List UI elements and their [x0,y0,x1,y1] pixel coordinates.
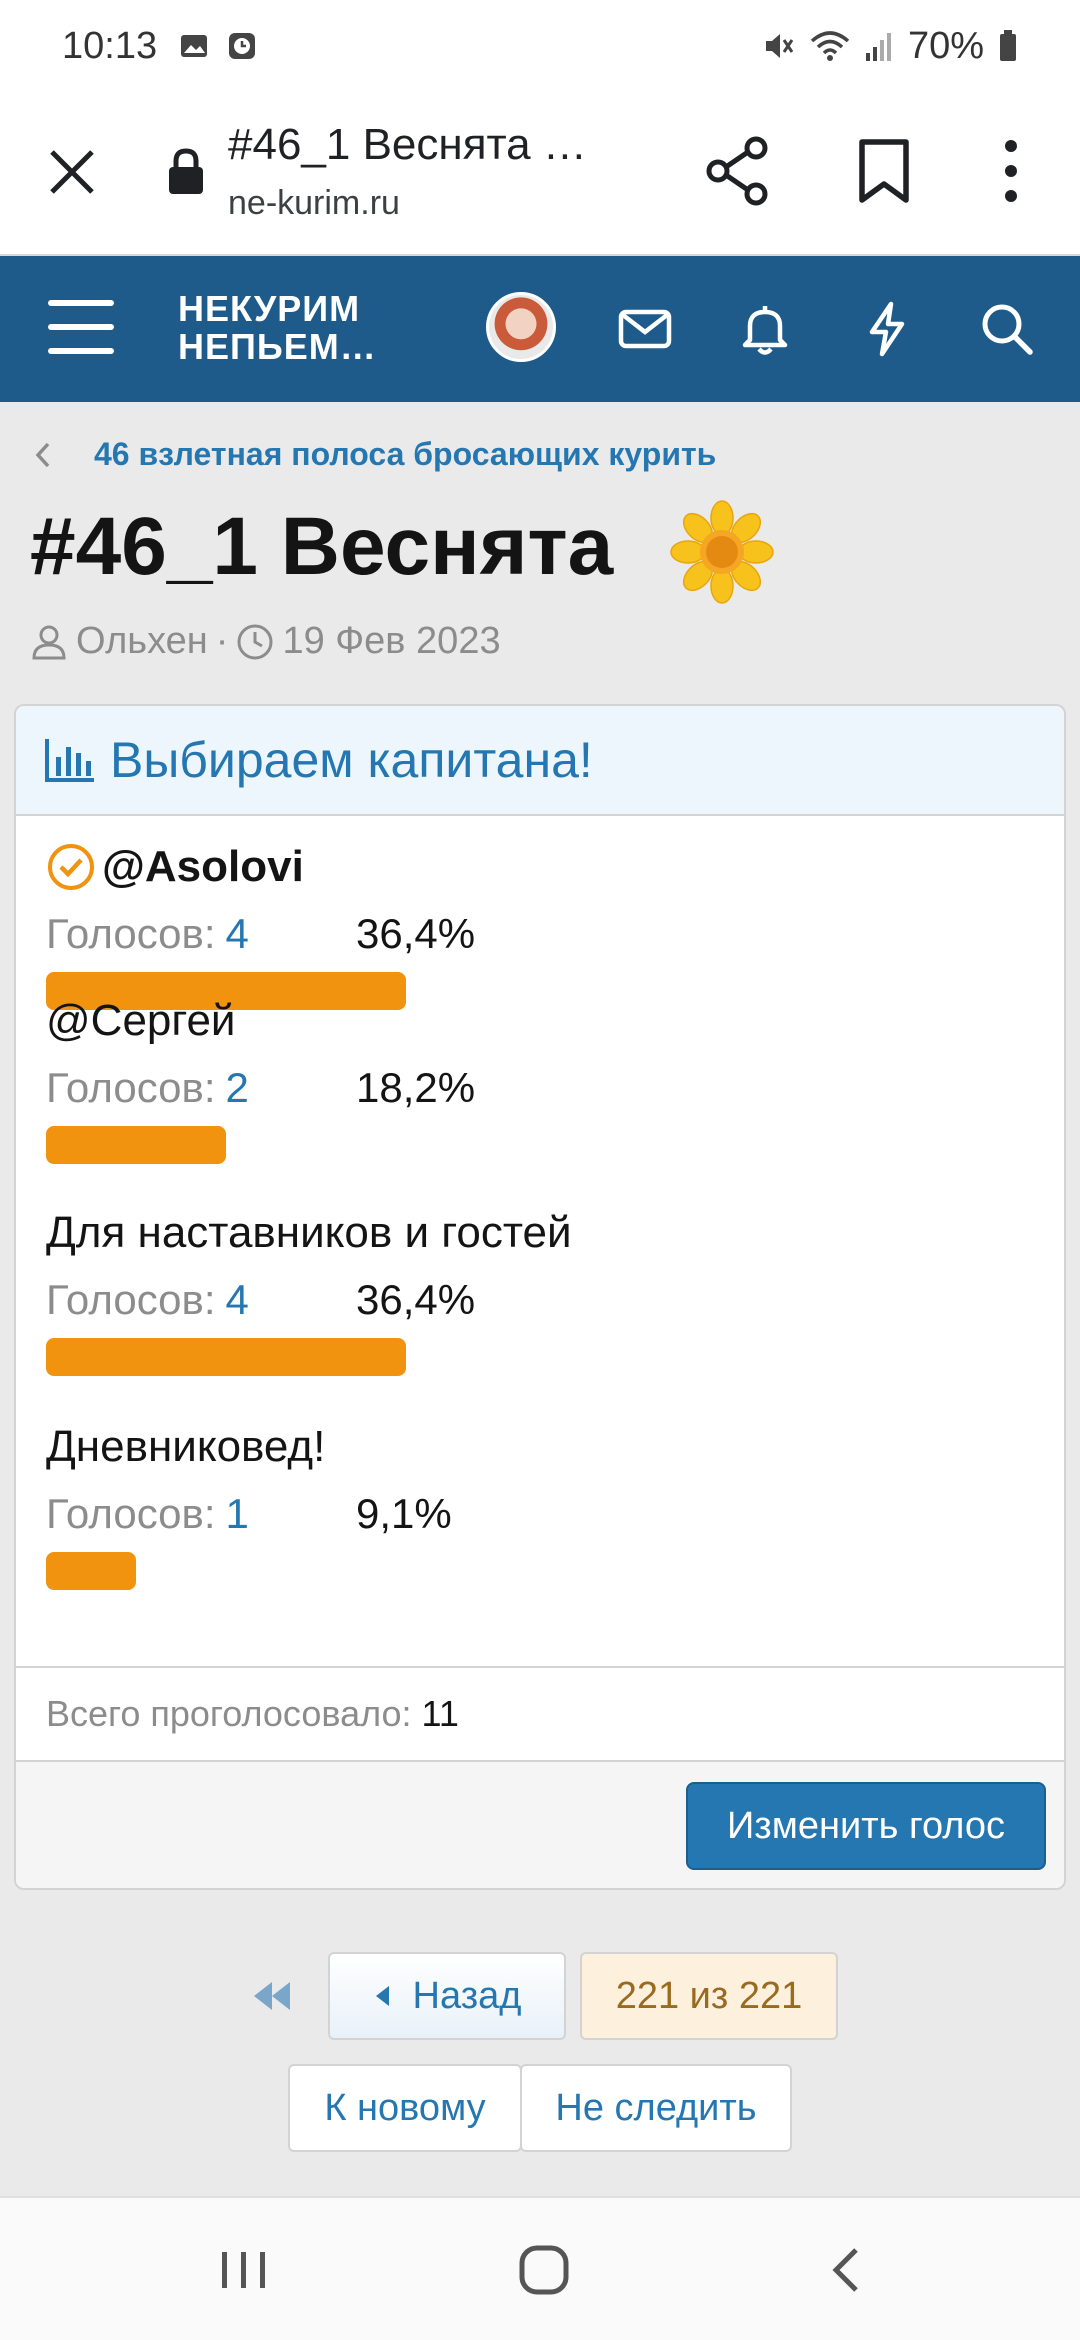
poll-option-label: Дневниковед! [46,1422,1036,1472]
system-nav-bar [0,2196,1080,2340]
poll-bar [46,1552,136,1590]
poll-option-label: @Asolovi [46,842,1036,892]
prev-page-label: Назад [412,1974,522,2017]
sunflower-emoji [670,500,774,604]
poll-bar [46,1126,226,1164]
clock-icon [237,624,273,659]
poll-total-caption: Всего проголосовало: [46,1693,412,1734]
page-indicator[interactable]: 221 из 221 [580,1952,838,2040]
lightning-icon[interactable] [858,300,916,358]
thread-date[interactable]: 19 Фев 2023 [282,620,500,663]
poll-total-value: 11 [421,1693,459,1734]
votes-caption: Голосов: [46,910,216,957]
logo-line-1: НЕКУРИМ [178,288,361,329]
votes-count[interactable]: 1 [226,1490,249,1538]
bar-chart-icon [45,739,94,782]
votes-caption: Голосов: [46,1064,216,1111]
check-circle-icon [48,844,94,890]
signal-icon [865,33,891,61]
menu-icon[interactable] [48,296,114,358]
change-vote-button[interactable]: Изменить голос [686,1782,1046,1870]
search-icon[interactable] [978,300,1036,358]
prev-page-button[interactable]: Назад [328,1952,566,2040]
lock-icon[interactable] [166,148,206,196]
votes-count[interactable]: 4 [226,910,249,958]
more-vertical-icon[interactable] [996,136,1026,206]
user-icon [32,625,66,659]
mute-icon [765,34,794,58]
avatar[interactable] [486,292,556,362]
poll-bar [46,1338,406,1376]
votes-percent: 9,1% [356,1490,452,1537]
status-bar: 10:13 70% [0,0,1080,92]
mail-icon[interactable] [616,300,674,358]
poll-title: Выбираем капитана! [110,732,593,788]
close-icon[interactable] [42,142,102,202]
status-right: 70% [762,25,1018,68]
browser-url[interactable]: ne-kurim.ru [228,184,400,223]
status-time: 10:13 [62,24,158,67]
votes-count[interactable]: 2 [226,1064,249,1112]
votes-caption: Голосов: [46,1490,216,1537]
votes-percent: 36,4% [356,1276,476,1323]
unwatch-button[interactable]: Не следить [520,2064,792,2152]
poll-block: Выбираем капитана! @Asolovi Голосов: 4 3… [14,704,1066,1890]
site-header: НЕКУРИМ НЕПЬЕМ… [0,256,1080,402]
poll-total: Всего проголосовало: 11 [16,1666,1064,1762]
votes-percent: 18,2% [356,1064,476,1111]
thread-author[interactable]: Ольхен [76,620,208,663]
poll-option: Дневниковед! Голосов: 1 9,1% [46,1422,1036,1590]
battery-icon [1000,30,1016,61]
home-icon[interactable] [514,2240,574,2300]
poll-option: @Asolovi Голосов: 4 36,4% [46,842,1036,1010]
poll-option-label: @Сергей [46,996,1036,1046]
poll-option-text: Дневниковед! [46,1422,326,1471]
recent-apps-icon[interactable] [214,2240,274,2300]
poll-header: Выбираем капитана! [16,706,1064,816]
poll-option-text: @Сергей [46,996,236,1045]
logo-line-2: НЕПЬЕМ… [178,326,377,367]
poll-footer: Изменить голос [16,1762,1064,1888]
votes-percent: 36,4% [356,910,476,957]
poll-votes-row: Голосов: 2 18,2% [46,1064,1036,1112]
poll-option-text: Для наставников и гостей [46,1208,572,1257]
poll-votes-row: Голосов: 4 36,4% [46,1276,1036,1324]
poll-option-label: Для наставников и гостей [46,1208,1036,1258]
votes-count[interactable]: 4 [226,1276,249,1324]
battery-level: 70% [907,24,984,67]
poll-votes-row: Голосов: 4 36,4% [46,910,1036,958]
breadcrumb-link[interactable]: 46 взлетная полоса бросающих курить [94,436,716,473]
poll-option: @Сергей Голосов: 2 18,2% [46,996,1036,1164]
breadcrumb[interactable]: 46 взлетная полоса бросающих курить [30,436,716,473]
page-title: #46_1 Веснята [30,501,614,592]
caret-left-icon [375,1986,389,2006]
bell-icon[interactable] [736,300,794,358]
goto-new-button[interactable]: К новому [288,2064,522,2152]
wifi-icon [810,31,850,61]
poll-option: Для наставников и гостей Голосов: 4 36,4… [46,1208,1036,1376]
site-logo[interactable]: НЕКУРИМ НЕПЬЕМ… [178,290,377,366]
back-icon[interactable] [818,2240,878,2300]
votes-caption: Голосов: [46,1276,216,1323]
meta-separator: · [215,620,229,662]
clock-icon [229,33,256,59]
chevron-left-icon [35,442,50,467]
bookmark-icon[interactable] [856,138,912,204]
browser-toolbar: #46_1 Веснята … ne-kurim.ru [0,92,1080,256]
gallery-icon [181,35,208,57]
browser-tab-title[interactable]: #46_1 Веснята … [228,120,587,170]
poll-option-text: @Asolovi [102,842,304,891]
thread-meta: Ольхен · 19 Фев 2023 [30,620,501,663]
first-page-icon[interactable] [250,1976,294,2016]
poll-votes-row: Голосов: 1 9,1% [46,1490,1036,1538]
share-icon[interactable] [706,136,770,206]
